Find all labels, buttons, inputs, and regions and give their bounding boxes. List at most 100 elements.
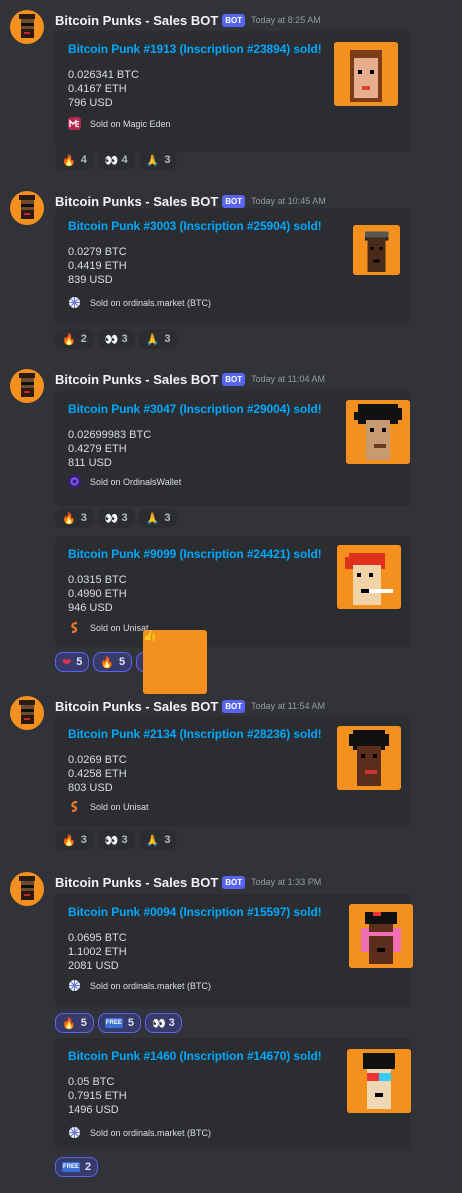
- reaction-fire[interactable]: 🔥 4: [55, 150, 94, 170]
- market-name: Sold on ordinals.market (BTC): [90, 1127, 212, 1138]
- fire-icon: 🔥: [62, 332, 76, 346]
- reaction-eyes[interactable]: 👀 3: [97, 830, 135, 850]
- reactions-bar: ❤5 🔥5 👍5: [55, 630, 208, 694]
- ordinals-market-icon: [68, 1126, 81, 1139]
- reaction-count: 5: [127, 1017, 134, 1029]
- bot-username[interactable]: Bitcoin Punks - Sales BOT: [55, 875, 218, 890]
- embed-title-link[interactable]: Bitcoin Punk #0094 (Inscription #15597) …: [68, 905, 322, 919]
- reaction-eyes[interactable]: 👀 3: [144, 1013, 182, 1033]
- message-timestamp[interactable]: Today at 8:25 AM: [251, 15, 321, 25]
- bot-username[interactable]: Bitcoin Punks - Sales BOT: [55, 13, 218, 28]
- embed-title-link[interactable]: Bitcoin Punk #3047 (Inscription #29004) …: [68, 402, 322, 416]
- reaction-count: 5: [80, 1017, 87, 1029]
- punk-thumbnail[interactable]: [334, 42, 398, 106]
- pray-icon: 🙏: [145, 332, 160, 346]
- reactions-bar: 🔥 2 👀 3 🙏 3: [55, 329, 178, 349]
- reaction-pray[interactable]: 🙏 3: [138, 830, 178, 850]
- fire-icon: 🔥: [62, 833, 76, 847]
- market-name: Sold on Unisat: [90, 622, 149, 633]
- free-icon: FREE: [62, 1162, 81, 1172]
- sale-embed: Bitcoin Punk #3003 (Inscription #25904) …: [55, 208, 410, 324]
- embed-title-link[interactable]: Bitcoin Punk #3003 (Inscription #25904) …: [68, 219, 322, 233]
- bot-badge: BOT: [222, 699, 246, 713]
- eyes-icon: 👀: [104, 833, 119, 847]
- price-eth: 0.4258 ETH: [68, 768, 127, 780]
- reaction-eyes[interactable]: 👀 4: [97, 150, 135, 170]
- bot-avatar[interactable]: [10, 872, 44, 906]
- punk-thumbnail[interactable]: [337, 726, 401, 790]
- reaction-count: 3: [80, 834, 87, 846]
- market-name: Sold on Magic Eden: [90, 118, 171, 129]
- fire-icon: 🔥: [62, 1016, 76, 1030]
- reaction-count: 4: [80, 154, 87, 166]
- fire-icon: 🔥: [62, 153, 76, 167]
- price-usd: 1496 USD: [68, 1104, 119, 1116]
- bot-avatar[interactable]: [10, 696, 44, 730]
- reaction-count: 3: [168, 1017, 175, 1029]
- ordinals-market-icon: [68, 979, 81, 992]
- reactions-bar: 🔥 5 FREE 5 👀 3: [55, 1013, 182, 1033]
- punk-thumbnail[interactable]: [347, 1049, 411, 1113]
- punk-thumbnail[interactable]: [346, 400, 410, 464]
- price-usd: 2081 USD: [68, 960, 119, 972]
- reaction-fire[interactable]: 🔥 5: [93, 652, 133, 672]
- bot-badge: BOT: [222, 194, 246, 208]
- market-name: Sold on ordinals.market (BTC): [90, 980, 212, 991]
- reaction-free[interactable]: FREE 2: [55, 1157, 99, 1177]
- free-icon: FREE: [104, 1018, 123, 1028]
- reactions-bar: 🔥 4 👀 4 🙏 3: [55, 150, 178, 170]
- reaction-count: 3: [121, 834, 128, 846]
- embed-title-link[interactable]: Bitcoin Punk #1460 (Inscription #14670) …: [68, 1049, 322, 1063]
- bot-username[interactable]: Bitcoin Punks - Sales BOT: [55, 699, 218, 714]
- reaction-eyes[interactable]: 👀 3: [97, 508, 135, 528]
- price-btc: 0.02699983 BTC: [68, 429, 152, 441]
- reaction-fire[interactable]: 🔥 3: [55, 508, 94, 528]
- reactions-bar: 🔥 3 👀 3 🙏 3: [55, 830, 178, 850]
- reaction-pray[interactable]: 🙏 3: [138, 150, 178, 170]
- message-timestamp[interactable]: Today at 10:45 AM: [251, 196, 326, 206]
- fire-icon: 🔥: [100, 655, 115, 669]
- embed-title-link[interactable]: Bitcoin Punk #1913 (Inscription #23894) …: [68, 42, 322, 56]
- reaction-count: 3: [164, 512, 171, 524]
- reaction-count: 5: [119, 656, 126, 668]
- bot-avatar[interactable]: [10, 369, 44, 403]
- pray-icon: 🙏: [145, 153, 160, 167]
- price-eth: 0.4279 ETH: [68, 443, 127, 455]
- price-eth: 0.4167 ETH: [68, 83, 127, 95]
- reaction-fire[interactable]: 🔥 5: [55, 1013, 94, 1033]
- reaction-heart[interactable]: ❤ 5: [55, 652, 90, 672]
- message-timestamp[interactable]: Today at 11:04 AM: [251, 374, 325, 384]
- eyes-icon: 👀: [104, 332, 119, 346]
- punk-thumbnail[interactable]: [353, 225, 400, 275]
- eyes-icon: 👀: [104, 511, 119, 525]
- reaction-pray[interactable]: 🙏 3: [138, 508, 178, 528]
- sale-embed: Bitcoin Punk #2134 (Inscription #28236) …: [55, 716, 410, 827]
- message-timestamp[interactable]: Today at 1:33 PM: [251, 877, 321, 887]
- punk-thumbnail[interactable]: [337, 545, 401, 609]
- punk-thumbnail[interactable]: [349, 904, 413, 968]
- price-usd: 796 USD: [68, 97, 113, 109]
- bot-avatar[interactable]: [10, 10, 44, 44]
- bot-badge: BOT: [222, 372, 246, 386]
- message-timestamp[interactable]: Today at 11:54 AM: [251, 701, 325, 711]
- reaction-thumbs-up[interactable]: 👍5: [136, 630, 208, 694]
- heart-icon: ❤: [62, 655, 72, 669]
- bot-avatar[interactable]: [10, 191, 44, 225]
- reaction-fire[interactable]: 🔥 2: [55, 329, 94, 349]
- price-usd: 946 USD: [68, 602, 113, 614]
- bot-username[interactable]: Bitcoin Punks - Sales BOT: [55, 194, 218, 209]
- embed-title-link[interactable]: Bitcoin Punk #9099 (Inscription #24421) …: [68, 547, 322, 561]
- reaction-fire[interactable]: 🔥 3: [55, 830, 94, 850]
- fire-icon: 🔥: [62, 511, 76, 525]
- reaction-eyes[interactable]: 👀 3: [97, 329, 135, 349]
- embed-title-link[interactable]: Bitcoin Punk #2134 (Inscription #28236) …: [68, 727, 322, 741]
- message-feed: Bitcoin Punks - Sales BOT BOT Today at 8…: [0, 0, 462, 1193]
- bot-username[interactable]: Bitcoin Punks - Sales BOT: [55, 372, 218, 387]
- price-btc: 0.0695 BTC: [68, 932, 127, 944]
- reaction-free[interactable]: FREE 5: [97, 1013, 141, 1033]
- reactions-bar: FREE 2: [55, 1157, 99, 1177]
- sale-embed: Bitcoin Punk #0094 (Inscription #15597) …: [55, 894, 413, 1007]
- ordinals-wallet-icon: [68, 475, 81, 488]
- reaction-count: 3: [164, 333, 171, 345]
- reaction-pray[interactable]: 🙏 3: [138, 329, 178, 349]
